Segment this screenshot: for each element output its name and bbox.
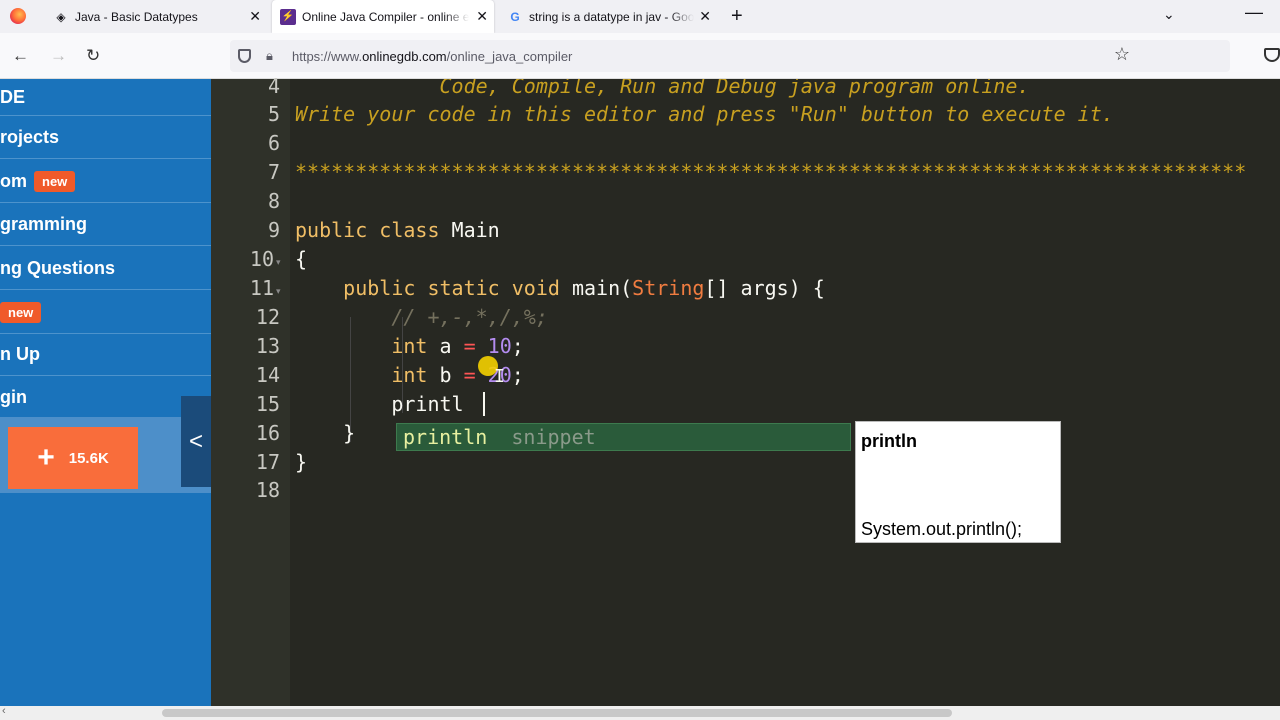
line-number: 11 bbox=[249, 276, 274, 300]
code-line-10: { bbox=[295, 247, 308, 271]
tab-strip: ◈ Java - Basic Datatypes ✕ ⚡ Online Java… bbox=[0, 0, 1280, 33]
line-number: 13 bbox=[255, 334, 280, 358]
tutorialspoint-icon: ◈ bbox=[56, 9, 66, 24]
forward-icon[interactable]: → bbox=[50, 46, 67, 66]
line-number: 6 bbox=[267, 131, 280, 155]
code-line-4: Code, Compile, Run and Debug java progra… bbox=[295, 79, 1030, 98]
minimize-icon[interactable]: — bbox=[1245, 2, 1263, 23]
url-text[interactable]: https://www.onlinegdb.com/online_java_co… bbox=[292, 49, 572, 64]
close-tab-icon[interactable]: ✕ bbox=[699, 8, 711, 25]
sidebar-item-login[interactable]: gin bbox=[0, 376, 211, 419]
sidebar-item-projects[interactable]: rojects bbox=[0, 116, 211, 159]
code-line-11: public static void main(String[] args) { bbox=[295, 276, 825, 300]
code-line-12: // +,-,*,/,%; bbox=[295, 305, 548, 329]
nav-toolbar: ← → ↻ 🔒︎ https://www.onlinegdb.com/onlin… bbox=[0, 33, 1280, 79]
line-number: 7 bbox=[267, 160, 280, 184]
back-icon[interactable]: ← bbox=[12, 46, 29, 66]
line-number: 8 bbox=[267, 189, 280, 213]
new-tab-icon[interactable]: + bbox=[731, 5, 743, 28]
scroll-left-icon[interactable]: ‹ bbox=[2, 705, 6, 717]
sidebar-item-signup[interactable]: n Up bbox=[0, 333, 211, 376]
scrollbar-thumb[interactable] bbox=[162, 709, 952, 717]
tab-java-basic-datatypes[interactable]: ◈ Java - Basic Datatypes ✕ bbox=[45, 0, 267, 33]
doc-title: println bbox=[861, 431, 917, 451]
share-count: 15.6K bbox=[68, 449, 109, 467]
horizontal-scrollbar[interactable]: ‹ bbox=[0, 705, 1280, 720]
code-editor[interactable]: Code, Compile, Run and Debug java progra… bbox=[290, 79, 1280, 706]
fold-icon[interactable]: ▾ bbox=[276, 286, 281, 297]
close-tab-icon[interactable]: ✕ bbox=[476, 8, 488, 25]
line-number: 16 bbox=[255, 421, 280, 445]
autocomplete-item[interactable]: println snippet bbox=[396, 423, 851, 451]
new-badge: new bbox=[34, 170, 76, 192]
ibeam-cursor-icon: I bbox=[494, 366, 505, 387]
onlinegdb-icon: ⚡ bbox=[280, 8, 296, 25]
doc-body: System.out.println(); bbox=[861, 519, 1023, 539]
tab-title: string is a datatype in jav - Goo bbox=[529, 9, 695, 24]
fold-icon[interactable]: ▾ bbox=[276, 257, 281, 268]
code-line-9: public class Main bbox=[295, 218, 500, 242]
tab-title: Java - Basic Datatypes bbox=[75, 9, 198, 24]
code-line-16: } bbox=[295, 421, 356, 445]
new-badge: new bbox=[0, 301, 42, 323]
line-number-gutter: 4 5 6 7 8 9 10 11 12 13 14 15 16 17 18 ▾… bbox=[211, 74, 290, 706]
firefox-icon[interactable] bbox=[10, 8, 26, 24]
plus-icon: + bbox=[37, 441, 55, 474]
share-section: + 15.6K bbox=[0, 417, 211, 493]
text-cursor bbox=[483, 392, 485, 416]
line-number: 4 bbox=[267, 74, 280, 98]
share-button[interactable]: + 15.6K bbox=[8, 427, 138, 489]
sidebar-item-new[interactable]: new bbox=[0, 291, 211, 334]
code-line-5: Write your code in this editor and press… bbox=[295, 102, 1114, 126]
close-tab-icon[interactable]: ✕ bbox=[249, 8, 261, 25]
line-number: 15 bbox=[255, 392, 280, 416]
line-number: 17 bbox=[255, 450, 280, 474]
tab-title: Online Java Compiler - online e bbox=[302, 9, 470, 24]
sidebar-item-programming[interactable]: gramming bbox=[0, 203, 211, 246]
sidebar: DE rojects om new gramming ng Questions … bbox=[0, 79, 211, 706]
chevron-left-icon[interactable]: < bbox=[181, 396, 211, 487]
shield-icon[interactable] bbox=[238, 49, 251, 63]
chevron-down-icon[interactable]: ⌄ bbox=[1163, 6, 1175, 23]
tab-online-java-compiler[interactable]: ⚡ Online Java Compiler - online e ✕ bbox=[272, 0, 494, 33]
reload-icon[interactable]: ↻ bbox=[86, 46, 100, 66]
line-number: 10 bbox=[249, 247, 274, 271]
url-bar[interactable]: 🔒︎ https://www.onlinegdb.com/online_java… bbox=[230, 40, 1230, 72]
sidebar-item-ide[interactable]: DE bbox=[0, 79, 211, 116]
bookmark-star-icon[interactable]: ☆ bbox=[1114, 44, 1130, 65]
line-number: 18 bbox=[255, 478, 280, 502]
line-number: 14 bbox=[255, 363, 280, 387]
code-line-15: printl bbox=[295, 392, 464, 416]
sidebar-item-classroom[interactable]: om new bbox=[0, 160, 211, 203]
line-number: 5 bbox=[267, 102, 280, 126]
line-number: 12 bbox=[255, 305, 280, 329]
code-line-17: } bbox=[295, 450, 308, 474]
sidebar-item-questions[interactable]: ng Questions bbox=[0, 247, 211, 290]
tab-google-search[interactable]: G string is a datatype in jav - Goo ✕ bbox=[499, 0, 717, 33]
line-number: 9 bbox=[267, 218, 280, 242]
autocomplete-doc-tooltip: println System.out.println(); bbox=[855, 421, 1061, 543]
code-line-7: ****************************************… bbox=[295, 160, 1247, 184]
lock-icon[interactable]: 🔒︎ bbox=[266, 48, 273, 64]
google-icon: G bbox=[510, 9, 520, 24]
